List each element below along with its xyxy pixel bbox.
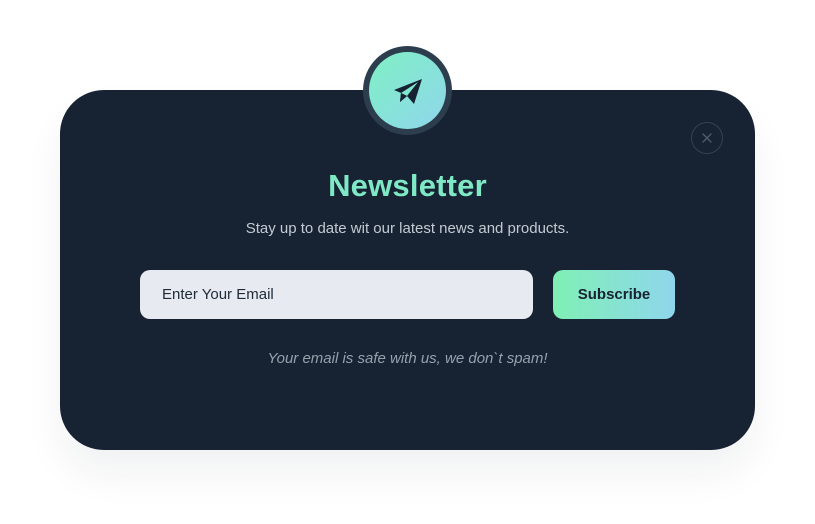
page: Newsletter Stay up to date wit our lates… xyxy=(0,0,815,524)
email-input[interactable] xyxy=(140,270,533,319)
newsletter-title: Newsletter xyxy=(328,168,487,203)
privacy-note: Your email is safe with us, we don`t spa… xyxy=(267,350,548,367)
subscribe-button[interactable]: Subscribe xyxy=(553,270,675,319)
newsletter-subtitle: Stay up to date wit our latest news and … xyxy=(245,220,570,237)
badge-circle xyxy=(369,52,446,129)
newsletter-badge xyxy=(363,46,452,135)
paper-plane-icon xyxy=(393,78,422,104)
newsletter-modal: Newsletter Stay up to date wit our lates… xyxy=(60,90,755,450)
close-icon xyxy=(702,133,712,143)
close-button[interactable] xyxy=(691,122,723,154)
